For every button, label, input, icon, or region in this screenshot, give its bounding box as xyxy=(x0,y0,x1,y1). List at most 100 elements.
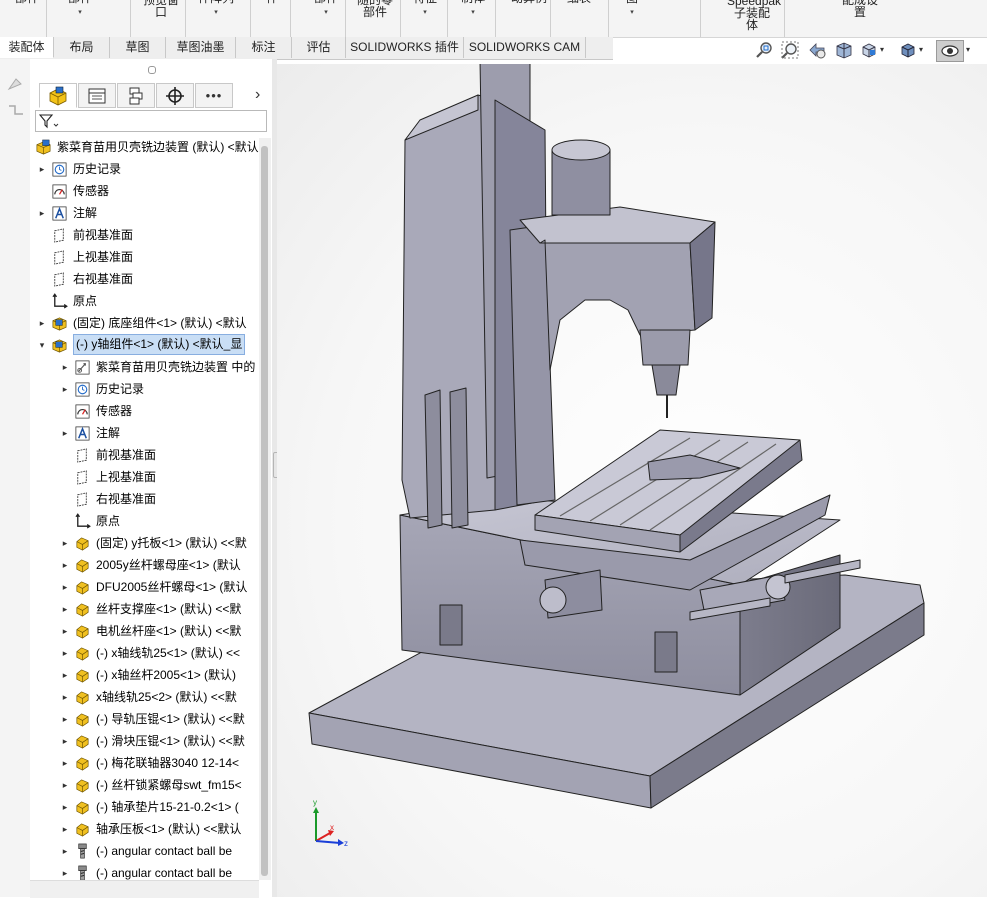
dropdown-arrow-icon[interactable]: ▾ xyxy=(306,7,346,19)
tree-node[interactable]: 上视基准面 xyxy=(30,246,259,268)
tree-node[interactable]: ▸ 注解 xyxy=(30,202,259,224)
tree-node[interactable]: 传感器 xyxy=(30,180,259,202)
ribbon-button[interactable]: 特征 ▾ xyxy=(410,0,440,19)
command-tab[interactable]: 评估 xyxy=(292,37,346,58)
tree-horizontal-scrollbar[interactable] xyxy=(30,880,259,898)
flyout-icon[interactable] xyxy=(7,103,25,117)
feature-filter-box[interactable] xyxy=(35,110,267,132)
expand-arrow-icon[interactable]: ▸ xyxy=(60,620,70,642)
ribbon-button[interactable]: 配成设置 xyxy=(835,0,885,18)
panel-collapse-icon[interactable]: › xyxy=(255,86,260,104)
expand-arrow-icon[interactable]: ▸ xyxy=(60,532,70,554)
tree-node[interactable]: ▸ (-) x轴丝杆2005<1> (默认) xyxy=(30,664,259,686)
tree-node[interactable]: ▸ 紫菜育苗用贝壳铣边装置 中的 xyxy=(30,356,259,378)
dropdown-arrow-icon[interactable]: ▾ xyxy=(458,7,488,19)
tree-node[interactable]: 上视基准面 xyxy=(30,466,259,488)
tree-node[interactable]: ▸ (-) 丝杆锁紧螺母swt_fm15< xyxy=(30,774,259,796)
ribbon-button[interactable]: 图▾ xyxy=(620,0,644,19)
ribbon-button[interactable]: 件 xyxy=(260,0,284,4)
collapse-arrow-icon[interactable]: ▾ xyxy=(37,334,47,356)
command-tab[interactable]: SOLIDWORKS 插件 xyxy=(346,37,464,58)
hide-show-dropdown-icon[interactable]: ▾ xyxy=(966,45,970,54)
expand-arrow-icon[interactable]: ▸ xyxy=(60,752,70,774)
tree-node[interactable]: ▾ (-) y轴组件<1> (默认) <默认_显 xyxy=(30,334,259,356)
expand-arrow-icon[interactable]: ▸ xyxy=(60,686,70,708)
tree-node[interactable]: 前视基准面 xyxy=(30,444,259,466)
tree-node[interactable]: ▸ (-) 梅花联轴器3040 12-14< xyxy=(30,752,259,774)
dropdown-arrow-icon[interactable]: ▾ xyxy=(60,7,100,19)
expand-arrow-icon[interactable]: ▸ xyxy=(37,312,47,334)
section-view-icon[interactable] xyxy=(834,40,854,62)
tree-node[interactable]: ▸ (-) 轴承垫片15-21-0.2<1> ( xyxy=(30,796,259,818)
expand-arrow-icon[interactable]: ▸ xyxy=(60,356,70,378)
hide-show-items-icon[interactable] xyxy=(936,40,964,62)
tree-node[interactable]: 右视基准面 xyxy=(30,488,259,510)
command-tab[interactable]: 草图油墨 xyxy=(166,37,236,58)
expand-arrow-icon[interactable]: ▸ xyxy=(60,818,70,840)
expand-arrow-icon[interactable]: ▸ xyxy=(37,202,47,224)
tree-node[interactable]: ▸ 轴承压板<1> (默认) <<默认 xyxy=(30,818,259,840)
panel-grip-icon[interactable] xyxy=(148,66,156,74)
expand-arrow-icon[interactable]: ▸ xyxy=(60,642,70,664)
tree-node[interactable]: ▸ 电机丝杆座<1> (默认) <<默 xyxy=(30,620,259,642)
graphics-area[interactable]: y x z xyxy=(277,64,987,897)
tree-node[interactable]: ▸ 历史记录 xyxy=(30,158,259,180)
expand-arrow-icon[interactable]: ▸ xyxy=(60,774,70,796)
property-manager-tab[interactable] xyxy=(78,83,116,108)
feature-manager-tab[interactable] xyxy=(39,83,77,108)
dropdown-arrow-icon[interactable]: ▾ xyxy=(410,7,440,19)
command-tab[interactable]: 装配体 xyxy=(0,37,54,58)
expand-arrow-icon[interactable]: ▸ xyxy=(60,730,70,752)
tree-node[interactable]: 前视基准面 xyxy=(30,224,259,246)
tree-node[interactable]: ▸ 2005y丝杆螺母座<1> (默认 xyxy=(30,554,259,576)
expand-arrow-icon[interactable]: ▸ xyxy=(60,840,70,862)
command-tab[interactable]: 草图 xyxy=(110,37,166,58)
expand-arrow-icon[interactable]: ▸ xyxy=(60,708,70,730)
tree-node[interactable]: ▸ 丝杆支撑座<1> (默认) <<默 xyxy=(30,598,259,620)
tree-node[interactable]: 传感器 xyxy=(30,400,259,422)
dropdown-arrow-icon[interactable]: ▾ xyxy=(194,7,238,19)
expand-arrow-icon[interactable]: ▸ xyxy=(60,576,70,598)
tree-node[interactable]: 原点 xyxy=(30,290,259,312)
tree-node[interactable]: 原点 xyxy=(30,510,259,532)
cnc-mill-model[interactable] xyxy=(277,64,987,897)
previous-view-icon[interactable] xyxy=(807,40,827,62)
dimxpert-manager-tab[interactable] xyxy=(156,83,194,108)
expand-arrow-icon[interactable]: ▸ xyxy=(60,554,70,576)
more-tabs-icon[interactable]: ••• xyxy=(195,83,233,108)
scrollbar-thumb[interactable] xyxy=(261,146,268,876)
display-style-icon[interactable] xyxy=(898,40,918,62)
tree-node[interactable]: 右视基准面 xyxy=(30,268,259,290)
command-tab[interactable]: 标注 xyxy=(236,37,292,58)
tree-node[interactable]: ▸ (-) 滑块压锟<1> (默认) <<默 xyxy=(30,730,259,752)
tree-node[interactable]: ▸ 历史记录 xyxy=(30,378,259,400)
expand-arrow-icon[interactable]: ▸ xyxy=(60,664,70,686)
tree-node[interactable]: ▸ x轴线轨25<2> (默认) <<默 xyxy=(30,686,259,708)
expand-arrow-icon[interactable]: ▸ xyxy=(60,378,70,400)
ribbon-button[interactable]: 件阵列 ▾ xyxy=(194,0,238,19)
tree-vertical-scrollbar[interactable] xyxy=(259,138,271,880)
ribbon-button[interactable]: 制体 ▾ xyxy=(458,0,488,19)
zoom-to-fit-icon[interactable] xyxy=(754,40,774,62)
display-style-dropdown-icon[interactable]: ▾ xyxy=(919,45,923,54)
command-tab[interactable]: 布局 xyxy=(54,37,110,58)
ribbon-button[interactable]: 部件 xyxy=(12,0,42,4)
ribbon-button[interactable]: 随的零 部件 xyxy=(355,0,395,18)
ribbon-button[interactable]: 预览窗口 xyxy=(140,0,182,18)
filter-icon[interactable] xyxy=(39,113,61,129)
tree-node[interactable]: ▸ (固定) y托板<1> (默认) <<默 xyxy=(30,532,259,554)
ribbon-button[interactable]: 部件 ▾ xyxy=(60,0,100,19)
ribbon-button[interactable]: Speedpak 子装配体 xyxy=(727,0,781,31)
tree-node[interactable]: ▸ (-) x轴线轨25<1> (默认) << xyxy=(30,642,259,664)
expand-arrow-icon[interactable]: ▸ xyxy=(37,158,47,180)
tree-node[interactable]: ▸ (-) 导轨压锟<1> (默认) <<默 xyxy=(30,708,259,730)
configuration-manager-tab[interactable] xyxy=(117,83,155,108)
tree-node[interactable]: ▸ DFU2005丝杆螺母<1> (默认 xyxy=(30,576,259,598)
expand-arrow-icon[interactable]: ▸ xyxy=(60,598,70,620)
view-orientation-icon[interactable] xyxy=(859,40,879,62)
tree-node[interactable]: ▸ 注解 xyxy=(30,422,259,444)
zoom-area-icon[interactable] xyxy=(780,40,800,62)
expand-arrow-icon[interactable]: ▸ xyxy=(60,422,70,444)
tree-node[interactable]: ▸ (固定) 底座组件<1> (默认) <默认 xyxy=(30,312,259,334)
expand-arrow-icon[interactable]: ▸ xyxy=(60,796,70,818)
